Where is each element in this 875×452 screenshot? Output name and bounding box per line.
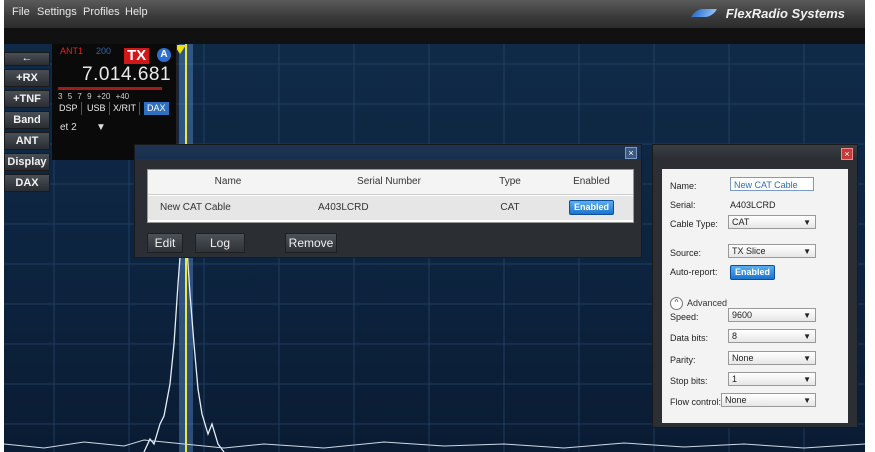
chevron-down-icon: ▼ <box>803 247 811 256</box>
close-icon[interactable]: × <box>625 147 637 159</box>
flow-control-select[interactable]: None ▼ <box>721 393 816 407</box>
scale-tick: +40 <box>115 92 130 101</box>
band-button[interactable]: Band <box>4 111 50 129</box>
cell-type: CAT <box>470 196 550 220</box>
menu-settings[interactable]: Settings <box>37 6 77 18</box>
parity-select[interactable]: None ▼ <box>728 351 816 365</box>
chevron-down-icon: ▼ <box>803 311 811 320</box>
name-label: Name: <box>670 181 697 191</box>
frequency-display[interactable]: 7.014.681 <box>82 64 171 86</box>
scale-tick: 7 <box>77 92 82 101</box>
close-icon[interactable]: × <box>841 148 853 160</box>
auto-report-toggle[interactable]: Enabled <box>730 265 776 280</box>
serial-label: Serial: <box>670 200 696 210</box>
stop-bits-value: 1 <box>732 374 738 384</box>
auto-report-label: Auto-report: <box>670 267 718 277</box>
data-bits-label: Data bits: <box>670 333 709 343</box>
tab-usb[interactable]: USB <box>84 102 110 115</box>
scale-tick: 3 <box>58 92 63 101</box>
toolbar-strip <box>4 28 865 45</box>
chevron-down-icon: ▼ <box>803 375 811 384</box>
cable-type-label: Cable Type: <box>670 219 718 229</box>
rx-antenna-label[interactable]: ANT1 <box>60 46 83 56</box>
scale-tick: 9 <box>87 92 92 101</box>
menu-bar: File Settings Profiles Help FlexRadio Sy… <box>4 0 865 28</box>
chevron-down-icon: ▼ <box>803 332 811 341</box>
speed-label: Speed: <box>670 312 699 322</box>
chevron-down-icon: ▼ <box>803 354 811 363</box>
cat-cable-list-dialog: × Name Serial Number Type Enabled New CA… <box>134 144 642 258</box>
speed-value: 9600 <box>732 310 753 320</box>
cell-enabled: Enabled <box>550 196 633 220</box>
menu-profiles[interactable]: Profiles <box>83 6 120 18</box>
cell-serial: A403LCRD <box>308 196 470 220</box>
flow-control-label: Flow control: <box>670 397 722 407</box>
cell-name: New CAT Cable <box>148 196 308 220</box>
cable-type-select[interactable]: CAT ▼ <box>728 215 816 229</box>
chevron-up-icon: ^ <box>670 297 683 310</box>
tab-xrit[interactable]: X/RIT <box>110 102 141 115</box>
cat-cable-editor-dialog: × Name: New CAT Cable Serial: A403LCRD C… <box>652 144 858 428</box>
column-header-name[interactable]: Name <box>148 170 308 195</box>
edit-button[interactable]: Edit <box>147 233 183 253</box>
column-header-serial[interactable]: Serial Number <box>308 170 470 195</box>
s-meter-scale: 3 5 7 9 +20 +40 <box>58 92 129 101</box>
add-tnf-button[interactable]: +TNF <box>4 90 50 108</box>
flow-control-value: None <box>725 395 747 405</box>
display-button[interactable]: Display <box>4 153 50 171</box>
cable-type-value: CAT <box>732 217 750 227</box>
data-bits-select[interactable]: 8 ▼ <box>728 329 816 343</box>
remove-button[interactable]: Remove <box>285 233 337 253</box>
data-bits-value: 8 <box>732 331 738 341</box>
serial-value: A403LCRD <box>730 200 776 210</box>
brand-name: FlexRadio Systems <box>725 6 845 21</box>
scale-tick: +20 <box>96 92 111 101</box>
log-button[interactable]: Log <box>195 233 245 253</box>
slice-letter-icon: A <box>157 48 171 62</box>
s-meter-bar <box>58 87 162 90</box>
enabled-toggle[interactable]: Enabled <box>568 200 614 215</box>
dax-button[interactable]: DAX <box>4 174 50 192</box>
side-button-column: ← +RX +TNF Band ANT Display DAX <box>4 52 50 195</box>
menu-help[interactable]: Help <box>125 6 148 18</box>
menu-file[interactable]: File <box>12 6 30 18</box>
tx-button[interactable]: TX <box>124 48 150 64</box>
ant-button[interactable]: ANT <box>4 132 50 150</box>
add-rx-button[interactable]: +RX <box>4 69 50 87</box>
smartsdr-window: File Settings Profiles Help FlexRadio Sy… <box>4 0 865 452</box>
advanced-expander[interactable]: ^ Advanced <box>670 297 727 310</box>
name-input[interactable]: New CAT Cable <box>730 177 814 191</box>
chevron-down-icon: ▼ <box>803 218 811 227</box>
source-label: Source: <box>670 248 702 258</box>
parity-value: None <box>732 353 754 363</box>
dialog-title-bar[interactable] <box>135 145 641 159</box>
dax-channel-select[interactable]: et 2 ▼ <box>60 122 106 133</box>
column-header-type[interactable]: Type <box>470 170 550 195</box>
dialog-title-bar[interactable] <box>653 145 857 159</box>
brand-logo-icon <box>691 9 717 17</box>
speed-select[interactable]: 9600 ▼ <box>728 308 816 322</box>
scale-tick: 5 <box>67 92 73 101</box>
chevron-down-icon: ▼ <box>803 396 811 405</box>
parity-label: Parity: <box>670 355 696 365</box>
advanced-label: Advanced <box>687 297 728 308</box>
stop-bits-label: Stop bits: <box>670 376 708 386</box>
source-select[interactable]: TX Slice ▼ <box>728 244 816 258</box>
dax-channel-value: et 2 <box>60 122 77 133</box>
stop-bits-select[interactable]: 1 ▼ <box>728 372 816 386</box>
collapse-arrow-icon[interactable]: ← <box>4 52 50 66</box>
chevron-down-icon: ▼ <box>96 122 106 133</box>
cable-table: Name Serial Number Type Enabled New CAT … <box>147 169 634 223</box>
slice-flag: ANT1 200 TX A 7.014.681 3 5 7 9 +20 +40 … <box>52 44 177 160</box>
editor-form: Name: New CAT Cable Serial: A403LCRD Cab… <box>662 169 848 423</box>
column-header-enabled[interactable]: Enabled <box>550 170 633 195</box>
source-value: TX Slice <box>732 246 766 256</box>
rx-bandwidth-label: 200 <box>96 46 112 56</box>
tab-dax[interactable]: DAX <box>144 102 169 115</box>
tab-dsp[interactable]: DSP <box>56 102 82 115</box>
